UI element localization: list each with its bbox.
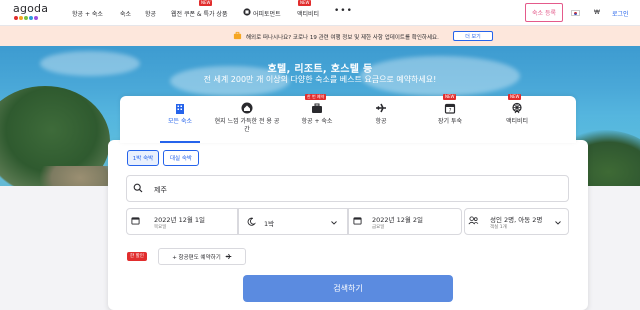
more-menu-button[interactable]: ••• [334, 6, 353, 16]
notice-text: 해외로 떠나시나요? 코로나 19 관련 여행 정보 및 제한 사항 업데이트를… [246, 35, 439, 41]
guests-rooms: 객실 1개 [490, 225, 507, 230]
building-icon [176, 104, 184, 114]
calendar-icon [353, 217, 362, 225]
search-icon [133, 183, 143, 193]
logo-text: agoda [13, 2, 49, 15]
hero-subtitle: 전 세계 200만 개 이상의 다양한 숙소를 베스트 요금으로 예약하세요! [203, 75, 437, 84]
nav-flight-hotel[interactable]: 항공 + 숙소 [72, 9, 103, 18]
tab-all-stays[interactable]: 모든 숙소 [158, 96, 202, 143]
suitcase-icon [233, 31, 242, 40]
top-navigation: agoda 항공 + 숙소 숙소 항공 NEW 웹전 쿠폰 & 특가 상품 어피… [0, 0, 640, 26]
destination-input[interactable] [126, 175, 569, 202]
chevron-down-icon [555, 221, 561, 225]
ferris-wheel-icon [512, 102, 522, 114]
tab-long-stays[interactable]: 7 장기 투숙 [432, 96, 468, 143]
active-tab-indicator [160, 141, 200, 143]
search-button[interactable]: 검색하기 [243, 275, 453, 302]
moon-icon [247, 217, 256, 226]
agoda-logo[interactable]: agoda [13, 3, 61, 23]
nights-value: 1박 [264, 220, 275, 228]
hero-title: 호텔, 리조트, 호스텔 등 [267, 64, 373, 75]
bundle-discount-tag: 한 할인 [127, 252, 147, 261]
korea-flag-icon[interactable] [571, 10, 580, 16]
tab-label: 항공 + 숙소 [301, 118, 333, 125]
tab-flight-hotel[interactable]: 항공 + 숙소 [294, 96, 340, 143]
nav-new-badge: NEW [199, 0, 213, 6]
tab-label: 액티비티 [505, 118, 529, 125]
nav-apartments[interactable]: 어피토먼트 [253, 9, 281, 18]
notice-more-button[interactable]: 더 보기 [453, 31, 493, 41]
svg-text:7: 7 [449, 108, 452, 114]
tab-badge: 한 번 예약 [305, 94, 327, 100]
tab-activities[interactable]: 액티비티 [500, 96, 534, 143]
nav-new-badge: NEW [298, 0, 312, 6]
checkin-date: 2022년 12월 1일 [154, 216, 206, 224]
nav-flights[interactable]: 항공 [145, 9, 156, 18]
nav-activities[interactable]: 액티비티 [297, 9, 319, 18]
checkout-weekday: 금요일 [372, 225, 385, 230]
checkout-date: 2022년 12월 2일 [372, 216, 424, 224]
plane-icon [376, 103, 386, 113]
overnight-stay-toggle[interactable]: 1박 숙박 [127, 150, 159, 166]
day-use-toggle[interactable]: 대실 숙박 [163, 150, 199, 166]
tab-private-homes[interactable]: 현지 느낌 가득한 전 용 공간 [214, 96, 280, 143]
chevron-down-icon [331, 221, 337, 225]
guests-main: 성인 2명, 아동 2명 [490, 216, 543, 224]
home-icon [241, 102, 253, 114]
tab-badge: NEW [443, 94, 457, 100]
apartment-icon [243, 8, 251, 16]
calendar-icon: 7 [444, 103, 456, 114]
nav-coupons[interactable]: 웹전 쿠폰 & 특가 상품 [171, 9, 227, 18]
calendar-icon [131, 217, 140, 225]
tab-label: 현지 느낌 가득한 전 용 공간 [214, 118, 280, 133]
tab-label: 모든 숙소 [168, 118, 192, 125]
guests-icon [468, 216, 479, 225]
nav-stays[interactable]: 숙소 [120, 9, 131, 18]
plane-icon [225, 253, 232, 260]
tab-flights[interactable]: 항공 [366, 96, 396, 143]
tab-label: 장기 투숙 [438, 118, 462, 125]
add-flight-button[interactable]: + 항공편도 예약하기 [158, 248, 246, 265]
destination-value: 제주 [154, 186, 167, 194]
checkin-weekday: 목요일 [154, 225, 167, 230]
tab-label: 항공 [375, 118, 387, 125]
tab-badge: NEW [508, 94, 522, 100]
add-flight-label: + 항공편도 예약하기 [172, 254, 221, 261]
list-property-button[interactable]: 숙소 등록 [525, 3, 563, 22]
login-link[interactable]: 로그인 [612, 9, 629, 18]
flight-hotel-icon [312, 103, 322, 113]
logo-dots [14, 16, 61, 20]
currency-selector[interactable]: ₩ [594, 9, 600, 16]
